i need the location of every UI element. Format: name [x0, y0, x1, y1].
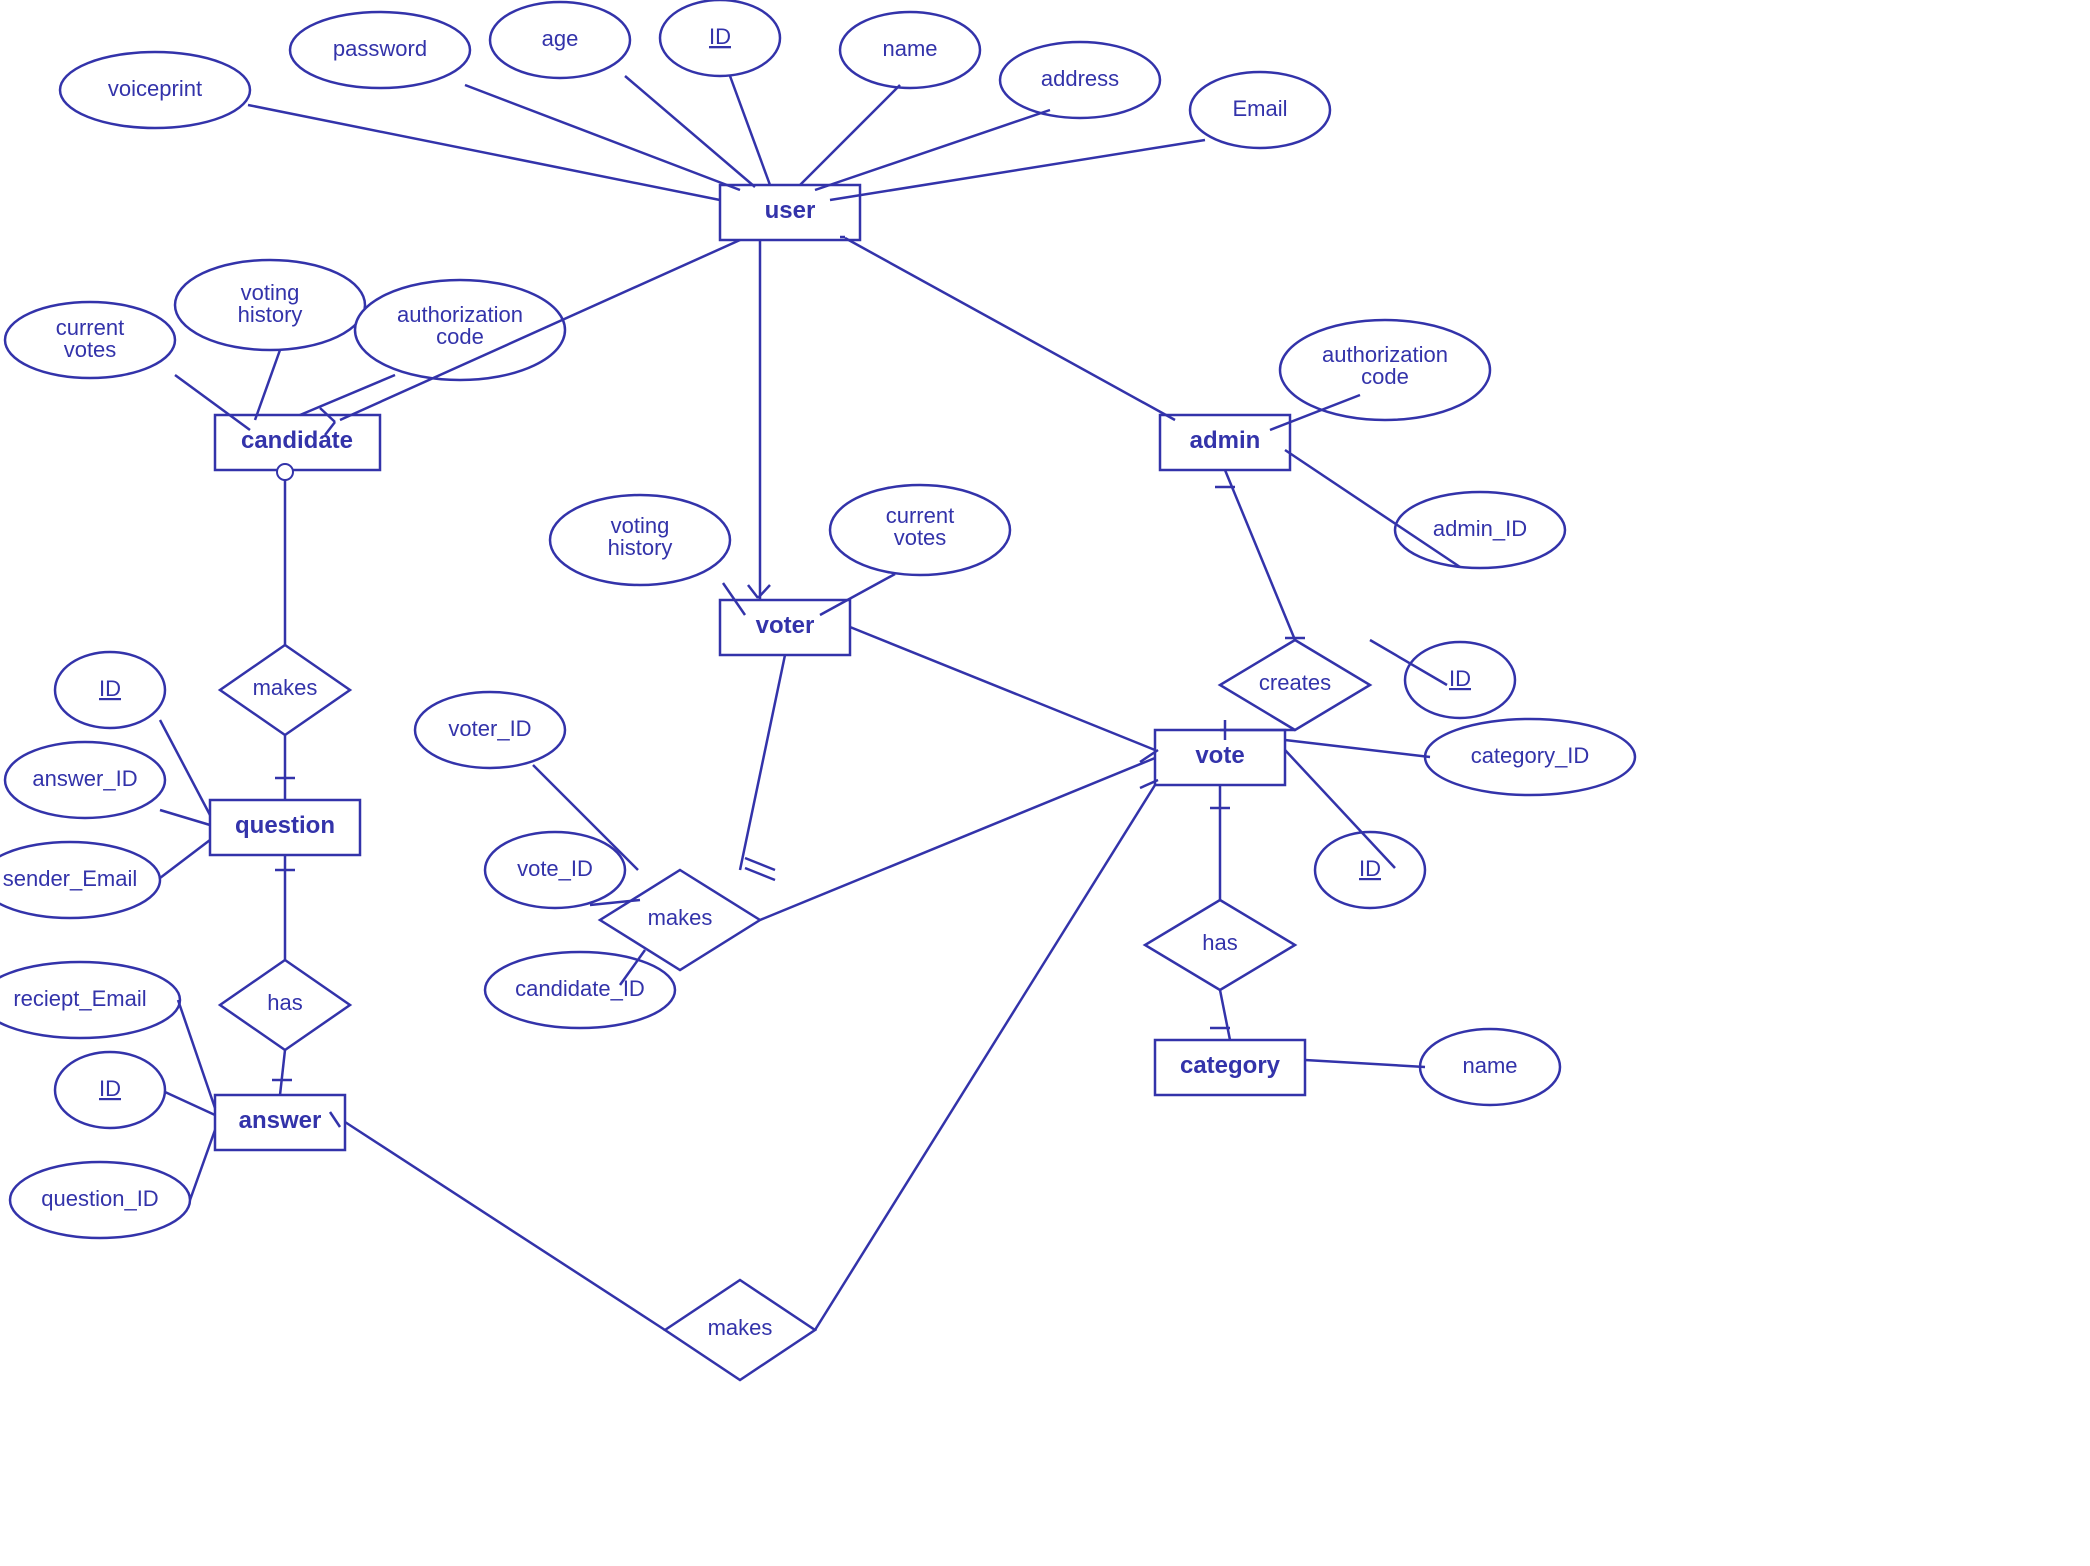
- entity-question-label: question: [235, 812, 335, 839]
- attr-vote-id-label: vote_ID: [517, 856, 593, 881]
- line-ans-rcemail: [178, 1000, 215, 1108]
- entity-vote-label: vote: [1195, 742, 1244, 769]
- rel-has-vote-label: has: [1202, 930, 1237, 955]
- line-answer-makes: [345, 1122, 665, 1330]
- line-user-id: [730, 76, 770, 185]
- attr-address-label: address: [1041, 66, 1119, 91]
- attr-voter-id-label: voter_ID: [448, 716, 531, 741]
- line-ans-qid: [190, 1130, 215, 1200]
- attr-name-label: name: [882, 36, 937, 61]
- line-q-senderemail: [160, 840, 210, 878]
- entity-admin-label: admin: [1190, 427, 1261, 454]
- entity-voter-label: voter: [756, 612, 815, 639]
- attr-password-label: password: [333, 36, 427, 61]
- line-cand-authcode: [300, 375, 395, 415]
- line-cand-votinghistory: [255, 350, 280, 420]
- attr-answer-id2-label: ID: [99, 1076, 121, 1101]
- tick-voter-makes2: [745, 868, 775, 880]
- entity-user-label: user: [765, 197, 816, 224]
- attr-auth-code-admin-label2: code: [1361, 364, 1409, 389]
- attr-voting-history-voter-label2: history: [608, 535, 673, 560]
- rel-has-question-label: has: [267, 990, 302, 1015]
- attr-admin-id-label: admin_ID: [1433, 516, 1527, 541]
- line-user-admin: [845, 238, 1175, 420]
- attr-email-label: Email: [1232, 96, 1287, 121]
- opt-circle-cand: [277, 464, 293, 480]
- attr-category-name-label: name: [1462, 1053, 1517, 1078]
- attr-auth-code-candidate-label2: code: [436, 324, 484, 349]
- line-vote-categoryid: [1285, 740, 1430, 757]
- line-user-address: [815, 110, 1050, 190]
- attr-voiceprint-label: voiceprint: [108, 76, 202, 101]
- attr-current-votes-label2: votes: [64, 337, 117, 362]
- line-user-name: [800, 85, 900, 185]
- entity-category-label: category: [1180, 1052, 1281, 1079]
- rel-creates-label: creates: [1259, 670, 1331, 695]
- attr-creates-id-label: ID: [1449, 666, 1471, 691]
- line-voter-currentvotes: [820, 574, 895, 615]
- attr-reciept-email-label: reciept_Email: [13, 986, 146, 1011]
- line-voter-makes: [740, 655, 785, 870]
- rel-makes-candidate-label: makes: [253, 675, 318, 700]
- attr-candidate-id-label: candidate_ID: [515, 976, 645, 1001]
- attr-voting-history-candidate-label2: history: [238, 302, 303, 327]
- line-crowfoot-voter-1: [748, 585, 758, 598]
- attr-age-label: age: [542, 26, 579, 51]
- attr-vote-id2-label: ID: [1359, 856, 1381, 881]
- tick-voter-makes1: [745, 858, 775, 870]
- entity-answer-label: answer: [239, 1107, 322, 1134]
- attr-sender-email-label: sender_Email: [3, 866, 138, 891]
- attr-category-id-label: category_ID: [1471, 743, 1590, 768]
- line-user-voiceprint: [248, 105, 720, 200]
- entity-candidate-label: candidate: [241, 427, 353, 454]
- line-bottom-makes-vote: [815, 785, 1155, 1330]
- line-cat-name: [1305, 1060, 1425, 1067]
- line-voter-vote: [850, 627, 1155, 750]
- er-diagram: user candidate admin voter vote question…: [0, 0, 2090, 1566]
- line-cand-currentvotes: [175, 375, 250, 430]
- line-admin-creates: [1225, 470, 1295, 640]
- line-q-answerid: [160, 810, 210, 825]
- attr-question-id2-label: question_ID: [41, 1186, 158, 1211]
- rel-makes-voter-label: makes: [648, 905, 713, 930]
- attr-current-votes-voter-label2: votes: [894, 525, 947, 550]
- line-ans-id: [165, 1092, 215, 1115]
- rel-makes-answer-label: makes: [708, 1315, 773, 1340]
- line-makes-vote: [760, 758, 1155, 920]
- attr-answer-id-label: answer_ID: [32, 766, 137, 791]
- line-has-answer: [280, 1050, 285, 1095]
- line-has-category: [1220, 990, 1230, 1040]
- line-q-id: [160, 720, 210, 815]
- attr-user-id-label: ID: [709, 24, 731, 49]
- line-user-email: [830, 140, 1205, 200]
- attr-question-id-label: ID: [99, 676, 121, 701]
